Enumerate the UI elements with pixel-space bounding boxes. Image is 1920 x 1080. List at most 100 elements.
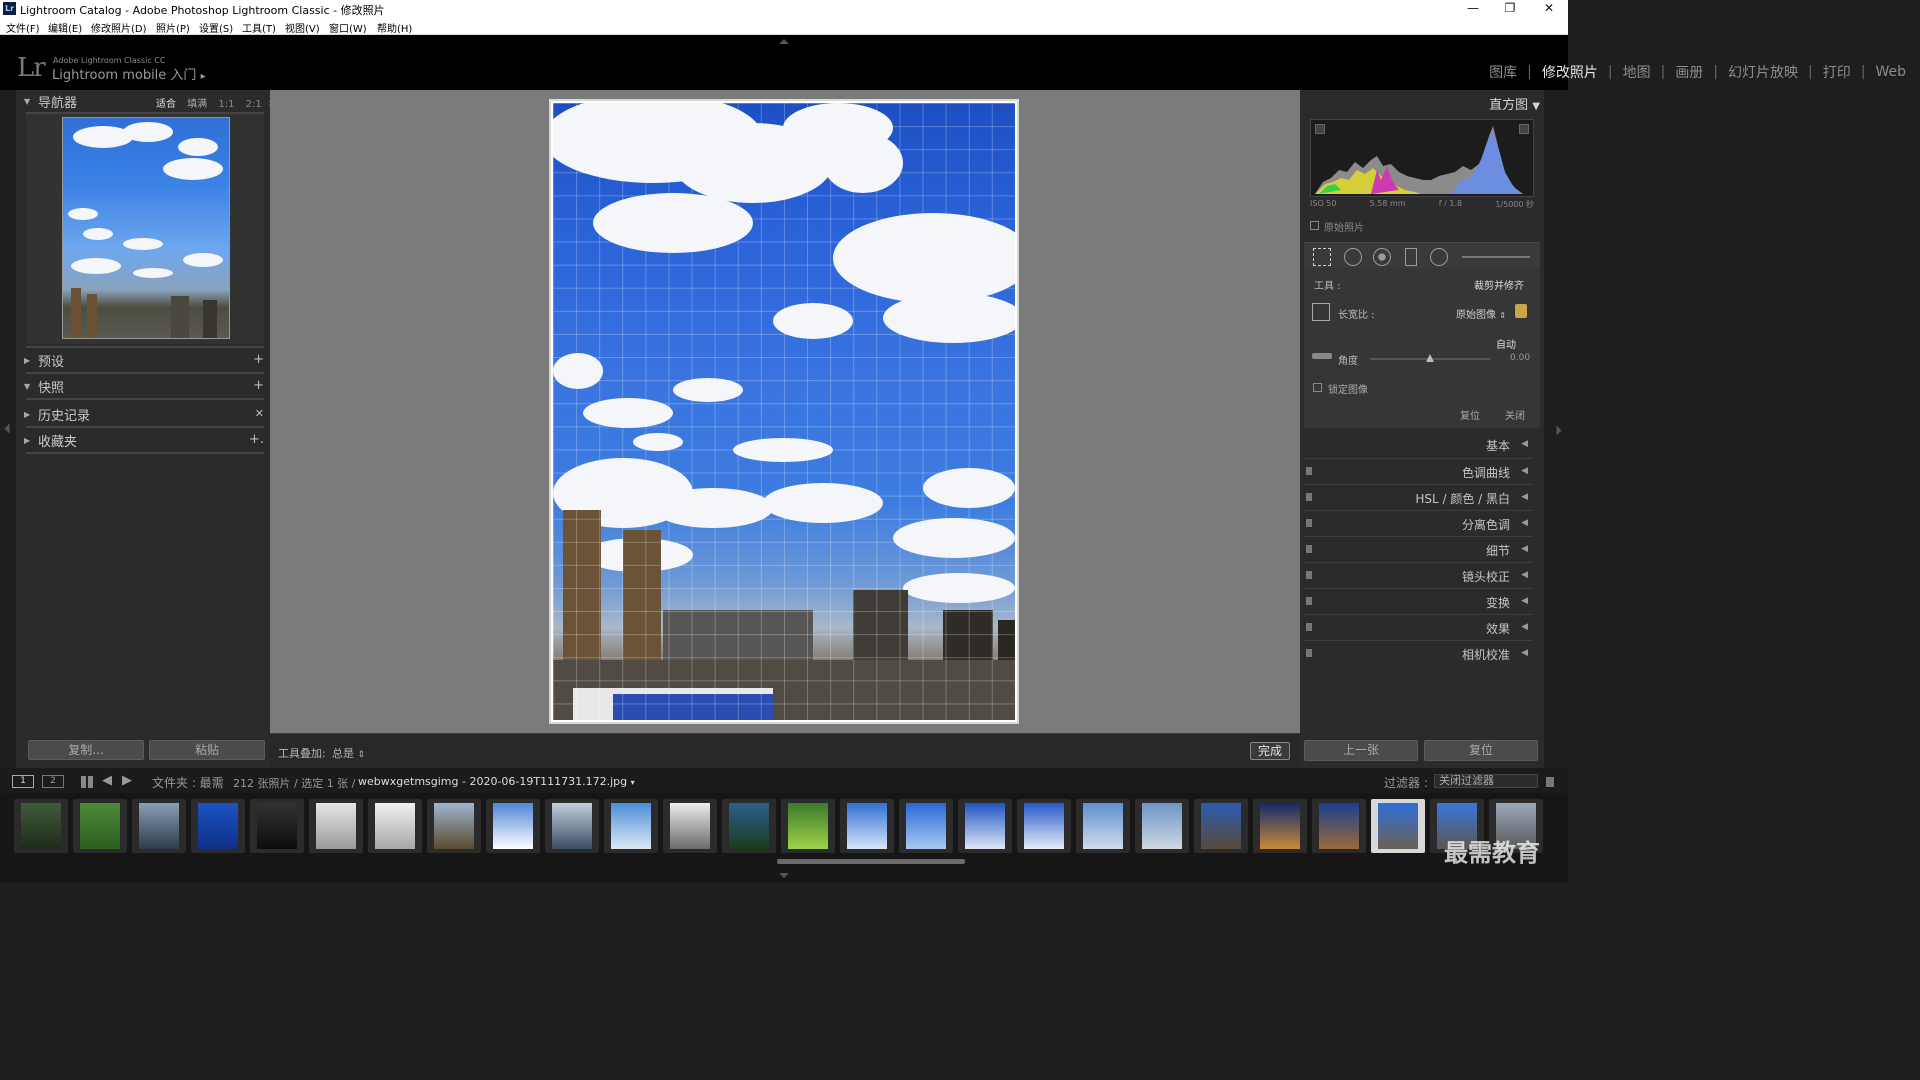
histogram[interactable]: [1310, 119, 1534, 197]
panel-toggle-switch[interactable]: [1306, 597, 1312, 605]
crop-icon[interactable]: [1312, 303, 1330, 321]
minimize-button[interactable]: —: [1456, 0, 1490, 18]
module-5[interactable]: 打印: [1821, 62, 1853, 82]
previous-settings-button[interactable]: 上一张: [1304, 740, 1418, 761]
menu-file[interactable]: 文件(F): [6, 20, 40, 35]
module-1[interactable]: 修改照片: [1540, 62, 1600, 82]
filter-lock-icon[interactable]: [1546, 777, 1554, 787]
angle-slider[interactable]: [1370, 354, 1490, 362]
lock-image-checkbox[interactable]: [1313, 383, 1322, 392]
shadow-clipping-icon[interactable]: [1315, 124, 1325, 134]
develop-panel-header[interactable]: 色调曲线 ◀: [1304, 458, 1532, 484]
develop-panel-header[interactable]: 变换 ◀: [1304, 588, 1532, 614]
menu-help[interactable]: 帮助(H): [377, 20, 412, 35]
module-3[interactable]: 画册: [1673, 62, 1705, 82]
develop-panel-header[interactable]: HSL / 颜色 / 黑白 ◀: [1304, 484, 1532, 510]
crop-reset-button[interactable]: 复位: [1460, 407, 1480, 422]
menu-view[interactable]: 视图(V): [285, 20, 320, 35]
filmstrip-thumbnail[interactable]: [486, 799, 540, 853]
filmstrip-thumbnail[interactable]: [899, 799, 953, 853]
angle-slider-thumb[interactable]: [1426, 354, 1434, 362]
crop-overlay-tool-icon[interactable]: [1313, 248, 1331, 266]
filmstrip-thumbnail[interactable]: [1017, 799, 1071, 853]
aspect-dropdown[interactable]: 原始图像 ⇕: [1456, 306, 1506, 321]
collapse-left-panel-icon[interactable]: [4, 423, 10, 434]
filmstrip-thumbnail[interactable]: [132, 799, 186, 853]
navigator-preview-image[interactable]: [62, 117, 230, 339]
filmstrip-thumbnail[interactable]: [250, 799, 304, 853]
paste-settings-button[interactable]: 粘贴: [149, 740, 265, 760]
angle-value[interactable]: 0.00: [1510, 353, 1530, 363]
collapse-filmstrip-icon[interactable]: [779, 873, 789, 878]
spot-removal-tool-icon[interactable]: [1344, 248, 1362, 266]
main-window-button[interactable]: 1: [12, 775, 34, 788]
develop-panel-header[interactable]: 相机校准 ◀: [1304, 640, 1532, 666]
forward-arrow-icon[interactable]: ▶: [122, 773, 132, 788]
filmstrip-thumbnail[interactable]: [1076, 799, 1130, 853]
lightroom-mobile-link[interactable]: Lightroom mobile 入门 ▸: [52, 64, 206, 83]
add-collection-icon[interactable]: +.: [249, 432, 264, 447]
develop-panel-header[interactable]: 分离色调 ◀: [1304, 510, 1532, 536]
panel-toggle-switch[interactable]: [1306, 623, 1312, 631]
filmstrip-scrollbar[interactable]: [777, 859, 965, 864]
filmstrip-thumbnail[interactable]: [604, 799, 658, 853]
filmstrip-thumbnail[interactable]: [1253, 799, 1307, 853]
filmstrip-thumbnail[interactable]: [663, 799, 717, 853]
panel-toggle-switch[interactable]: [1306, 467, 1312, 475]
filmstrip-thumbnail[interactable]: [73, 799, 127, 853]
filmstrip-thumbnail[interactable]: [427, 799, 481, 853]
filmstrip-thumbnail[interactable]: [309, 799, 363, 853]
filmstrip-thumbnail[interactable]: [1371, 799, 1425, 853]
menu-develop[interactable]: 修改照片(D): [91, 20, 147, 35]
filmstrip-thumbnail[interactable]: [545, 799, 599, 853]
collections-panel-header[interactable]: ▶ 收藏夹 +.: [24, 429, 264, 451]
straighten-tool-icon[interactable]: [1312, 353, 1332, 359]
panel-toggle-switch[interactable]: [1306, 649, 1312, 657]
menu-window[interactable]: 窗口(W): [329, 20, 367, 35]
filmstrip-thumbnail[interactable]: [14, 799, 68, 853]
filmstrip-thumbnail[interactable]: [840, 799, 894, 853]
filter-dropdown[interactable]: 关闭过滤器: [1434, 774, 1538, 788]
module-2[interactable]: 地图: [1621, 62, 1653, 82]
grid-view-icon[interactable]: [81, 776, 93, 788]
filmstrip-thumbnail[interactable]: [368, 799, 422, 853]
presets-panel-header[interactable]: ▶ 预设 +: [24, 349, 264, 371]
develop-panel-header[interactable]: 镜头校正 ◀: [1304, 562, 1532, 588]
secondary-window-button[interactable]: 2: [42, 775, 64, 788]
reset-all-button[interactable]: 复位: [1424, 740, 1538, 761]
module-6[interactable]: Web: [1873, 64, 1908, 80]
add-snapshot-icon[interactable]: +: [253, 378, 264, 393]
panel-toggle-switch[interactable]: [1306, 493, 1312, 501]
auto-straighten-button[interactable]: 自动: [1496, 336, 1516, 351]
highlight-clipping-icon[interactable]: [1519, 124, 1529, 134]
crop-close-button[interactable]: 关闭: [1505, 407, 1525, 422]
source-label[interactable]: 文件夹 : 最需: [152, 774, 224, 791]
menu-settings[interactable]: 设置(S): [199, 20, 233, 35]
module-0[interactable]: 图库: [1487, 62, 1519, 82]
tool-overlay-dropdown[interactable]: 总是 ⇕: [332, 745, 365, 761]
zoom-1-1[interactable]: 1:1: [218, 99, 234, 110]
add-preset-icon[interactable]: +: [253, 352, 264, 367]
filmstrip-thumbnail[interactable]: [1312, 799, 1366, 853]
filmstrip-thumbnail[interactable]: [191, 799, 245, 853]
panel-toggle-switch[interactable]: [1306, 545, 1312, 553]
done-button[interactable]: 完成: [1250, 742, 1290, 760]
radial-filter-icon[interactable]: [1430, 248, 1448, 266]
histogram-header[interactable]: 直方图 ▼: [1489, 94, 1540, 113]
develop-panel-header[interactable]: 效果 ◀: [1304, 614, 1532, 640]
close-window-button[interactable]: ✕: [1532, 0, 1566, 18]
collapse-right-panel-icon[interactable]: [1556, 425, 1562, 436]
snapshots-panel-header[interactable]: ▼ 快照 +: [24, 375, 264, 397]
filmstrip-thumbnail[interactable]: [781, 799, 835, 853]
copy-settings-button[interactable]: 复制...: [28, 740, 144, 760]
menu-photo[interactable]: 照片(P): [156, 20, 190, 35]
red-eye-tool-icon[interactable]: [1373, 248, 1391, 266]
develop-panel-header[interactable]: 细节 ◀: [1304, 536, 1532, 562]
collapse-top-panel-icon[interactable]: [779, 39, 789, 44]
menu-tools[interactable]: 工具(T): [242, 20, 276, 35]
lock-icon[interactable]: [1515, 304, 1527, 318]
adjustment-brush-icon[interactable]: [1462, 256, 1530, 258]
graduated-filter-icon[interactable]: [1405, 248, 1417, 266]
clear-history-icon[interactable]: ✕: [255, 407, 264, 420]
original-photo-checkbox[interactable]: [1310, 221, 1319, 230]
